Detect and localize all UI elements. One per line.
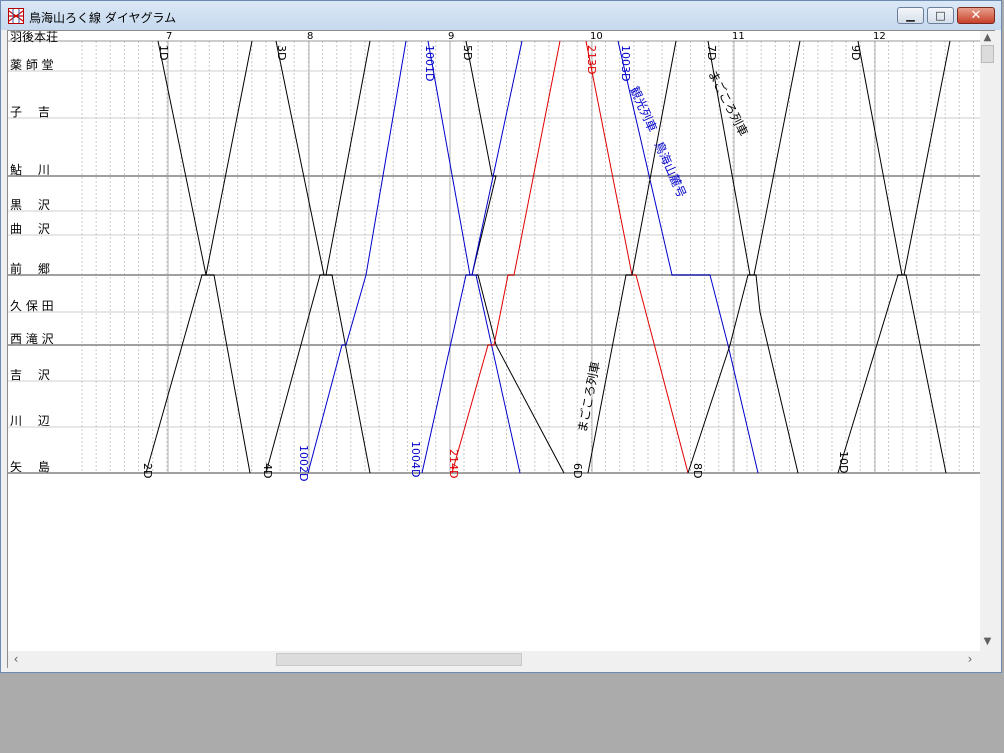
train-note-label: 観光列車 鳥海山麓号 — [627, 84, 690, 200]
diagram-app-icon — [8, 8, 24, 24]
title-bar[interactable]: 鳥海山ろく線 ダイヤグラム ▁ □ ✕ — [1, 1, 1001, 30]
maximize-button[interactable]: □ — [927, 7, 954, 24]
maximize-icon: □ — [935, 9, 946, 22]
close-icon: ✕ — [970, 8, 982, 23]
hour-label: 12 — [873, 31, 886, 42]
hour-label: 9 — [448, 31, 454, 42]
train-number-label: 1D — [157, 45, 170, 60]
train-number-label: 7D — [705, 45, 718, 60]
horizontal-scroll-thumb[interactable] — [276, 653, 522, 666]
train-number-label: 8D — [691, 463, 704, 478]
station-label: 曲 沢 — [10, 222, 50, 236]
train-number-label: 6D — [571, 463, 584, 478]
scroll-down-arrow-icon[interactable]: ▼ — [980, 635, 995, 649]
train-number-label: 5D — [461, 45, 474, 60]
size-grip-icon[interactable] — [980, 651, 995, 668]
station-label: 久 保 田 — [10, 299, 54, 313]
train-number-label: 213D — [585, 45, 598, 74]
train-diagram[interactable]: 7 8 9 10 11 12 羽後本荘薬 師 堂子 吉鮎 川黒 沢曲 沢前 郷久 保 田西 … — [8, 31, 980, 651]
station-label: 西 滝 沢 — [10, 332, 54, 346]
train-note-label: まごころ列車 — [574, 360, 602, 434]
train-line — [265, 40, 371, 474]
train-number-label: 1002D — [297, 445, 310, 481]
window-title: 鳥海山ろく線 ダイヤグラム — [29, 11, 177, 25]
train-number-label: 9D — [849, 45, 862, 60]
diagram-view[interactable]: 7 8 9 10 11 12 羽後本荘薬 師 堂子 吉鮎 川黒 沢曲 沢前 郷久 保 田西 … — [7, 30, 995, 668]
vertical-scroll-thumb[interactable] — [981, 45, 994, 63]
vertical-scrollbar[interactable]: ▲ ▼ — [980, 31, 995, 651]
station-label: 矢 島 — [10, 459, 50, 474]
train-number-label: 3D — [275, 45, 288, 60]
train-line — [857, 40, 947, 474]
train-line — [587, 40, 677, 474]
station-label: 川 辺 — [10, 414, 50, 428]
scroll-left-arrow-icon[interactable]: ‹ — [8, 651, 24, 668]
hour-label: 8 — [307, 31, 313, 42]
train-number-label: 4D — [261, 463, 274, 478]
train-number-label: 1004D — [409, 441, 422, 477]
train-line — [145, 40, 253, 474]
origin-station-label: 羽後本荘 — [10, 31, 58, 44]
scroll-up-arrow-icon[interactable]: ▲ — [980, 31, 995, 45]
close-button[interactable]: ✕ — [957, 7, 995, 24]
minimize-icon: ▁ — [906, 9, 915, 22]
station-label: 鮎 川 — [10, 163, 50, 177]
train-number-label: 1001D — [423, 45, 436, 81]
train-number-label: 2D — [141, 463, 154, 478]
station-label: 前 郷 — [10, 261, 50, 276]
hour-label: 11 — [732, 31, 745, 42]
train-note-label: まごころ列車 — [705, 68, 751, 139]
horizontal-scrollbar[interactable]: ‹ › — [8, 651, 980, 668]
station-label: 黒 沢 — [10, 198, 50, 212]
hour-label: 10 — [590, 31, 603, 42]
hour-label: 7 — [166, 31, 172, 42]
train-number-label: 1003D — [619, 45, 632, 81]
train-number-label: 214D — [447, 449, 460, 478]
train-line — [157, 40, 251, 474]
train-number-label: 10D — [837, 451, 850, 473]
minimize-button[interactable]: ▁ — [897, 7, 924, 24]
app-window: 鳥海山ろく線 ダイヤグラム ▁ □ ✕ 7 8 9 10 11 12 羽後本荘薬 師 堂子 … — [0, 0, 1002, 673]
station-label: 子 吉 — [10, 105, 50, 119]
station-label: 吉 沢 — [10, 368, 50, 382]
scroll-right-arrow-icon[interactable]: › — [962, 651, 978, 668]
station-label: 薬 師 堂 — [10, 58, 54, 72]
